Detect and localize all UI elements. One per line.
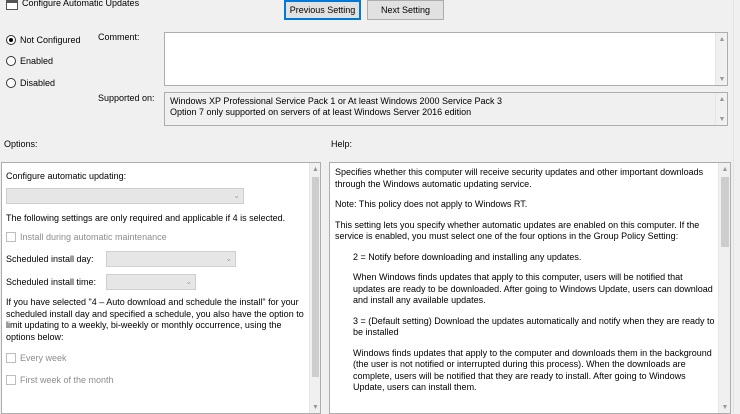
radio-enabled[interactable]: Enabled: [6, 56, 53, 66]
scroll-down-arrow-icon[interactable]: ▼: [716, 113, 728, 125]
supported-line-1: Windows XP Professional Service Pack 1 o…: [170, 96, 502, 106]
help-panel: Specifies whether this computer will rec…: [329, 162, 731, 414]
options-panel: Configure automatic updating: ⌄ The foll…: [1, 162, 321, 414]
configure-updating-label: Configure automatic updating:: [6, 171, 127, 181]
next-setting-button[interactable]: Next Setting: [367, 0, 444, 20]
help-scrollbar[interactable]: ▲ ▼: [718, 163, 730, 413]
radio-unselected-icon[interactable]: [6, 78, 16, 88]
options-scrollbar[interactable]: ▲ ▼: [309, 163, 320, 413]
scroll-down-arrow-icon[interactable]: ▼: [719, 401, 730, 413]
checkbox-icon[interactable]: [6, 375, 16, 385]
scroll-down-arrow-icon[interactable]: ▼: [716, 73, 728, 85]
previous-setting-button[interactable]: Previous Setting: [284, 0, 361, 20]
supported-on-box: Windows XP Professional Service Pack 1 o…: [164, 92, 728, 126]
scroll-up-arrow-icon[interactable]: ▲: [716, 93, 728, 105]
scroll-up-arrow-icon[interactable]: ▲: [716, 33, 728, 45]
supported-on-label: Supported on:: [98, 93, 155, 103]
install-time-dropdown[interactable]: ⌄: [106, 274, 196, 290]
window-title: Configure Automatic Updates: [22, 0, 140, 8]
install-maintenance-label: Install during automatic maintenance: [20, 232, 167, 242]
radio-label: Not Configured: [20, 35, 81, 45]
policy-icon: [6, 0, 18, 10]
comment-label: Comment:: [98, 32, 140, 42]
install-day-label: Scheduled install day:: [6, 254, 94, 264]
radio-not-configured[interactable]: Not Configured: [6, 35, 81, 45]
help-paragraph: Note: This policy does not apply to Wind…: [335, 199, 528, 209]
configure-updating-dropdown[interactable]: ⌄: [6, 188, 244, 204]
window-scrollbar[interactable]: [733, 0, 740, 414]
chevron-down-icon: ⌄: [225, 254, 232, 263]
options-section-label: Options:: [4, 139, 38, 149]
install-maintenance-checkbox[interactable]: Install during automatic maintenance: [6, 232, 167, 242]
scroll-down-arrow-icon[interactable]: ▼: [310, 401, 320, 413]
help-paragraph: This setting lets you specify whether au…: [335, 219, 700, 242]
checkbox-icon[interactable]: [6, 232, 16, 242]
radio-label: Disabled: [20, 78, 56, 88]
comment-textarea[interactable]: ▲ ▼: [164, 32, 728, 86]
help-section-label: Help:: [331, 139, 353, 149]
schedule-paragraph: If you have selected "4 – Auto download …: [6, 297, 304, 342]
supported-line-2: Option 7 only supported on servers of at…: [170, 107, 472, 117]
scroll-up-arrow-icon[interactable]: ▲: [310, 163, 320, 175]
help-paragraph: 3 = (Default setting) Download the updat…: [353, 315, 715, 338]
first-week-checkbox[interactable]: First week of the month: [6, 375, 114, 385]
radio-disabled[interactable]: Disabled: [6, 78, 55, 88]
help-paragraph: 2 = Notify before downloading and instal…: [353, 251, 582, 262]
every-week-label: Every week: [20, 353, 67, 363]
every-week-checkbox[interactable]: Every week: [6, 353, 67, 363]
chevron-down-icon: ⌄: [185, 277, 192, 286]
help-paragraph: Specifies whether this computer will rec…: [335, 167, 704, 189]
first-week-label: First week of the month: [20, 375, 114, 385]
supported-scrollbar[interactable]: ▲ ▼: [715, 93, 727, 125]
install-time-label: Scheduled install time:: [6, 277, 97, 287]
scroll-thumb[interactable]: [721, 177, 729, 247]
radio-selected-icon[interactable]: [6, 35, 16, 45]
help-paragraph: When Windows finds updates that apply to…: [353, 272, 713, 305]
radio-unselected-icon[interactable]: [6, 56, 16, 66]
scroll-up-arrow-icon[interactable]: ▲: [719, 163, 730, 175]
chevron-down-icon: ⌄: [233, 191, 240, 200]
help-paragraph: Windows finds updates that apply to the …: [353, 347, 712, 393]
scroll-thumb[interactable]: [312, 177, 319, 377]
install-day-dropdown[interactable]: ⌄: [106, 251, 236, 267]
radio-label: Enabled: [20, 56, 54, 66]
comment-scrollbar[interactable]: ▲ ▼: [715, 33, 727, 85]
checkbox-icon[interactable]: [6, 353, 16, 363]
applicability-note: The following settings are only required…: [6, 213, 286, 223]
